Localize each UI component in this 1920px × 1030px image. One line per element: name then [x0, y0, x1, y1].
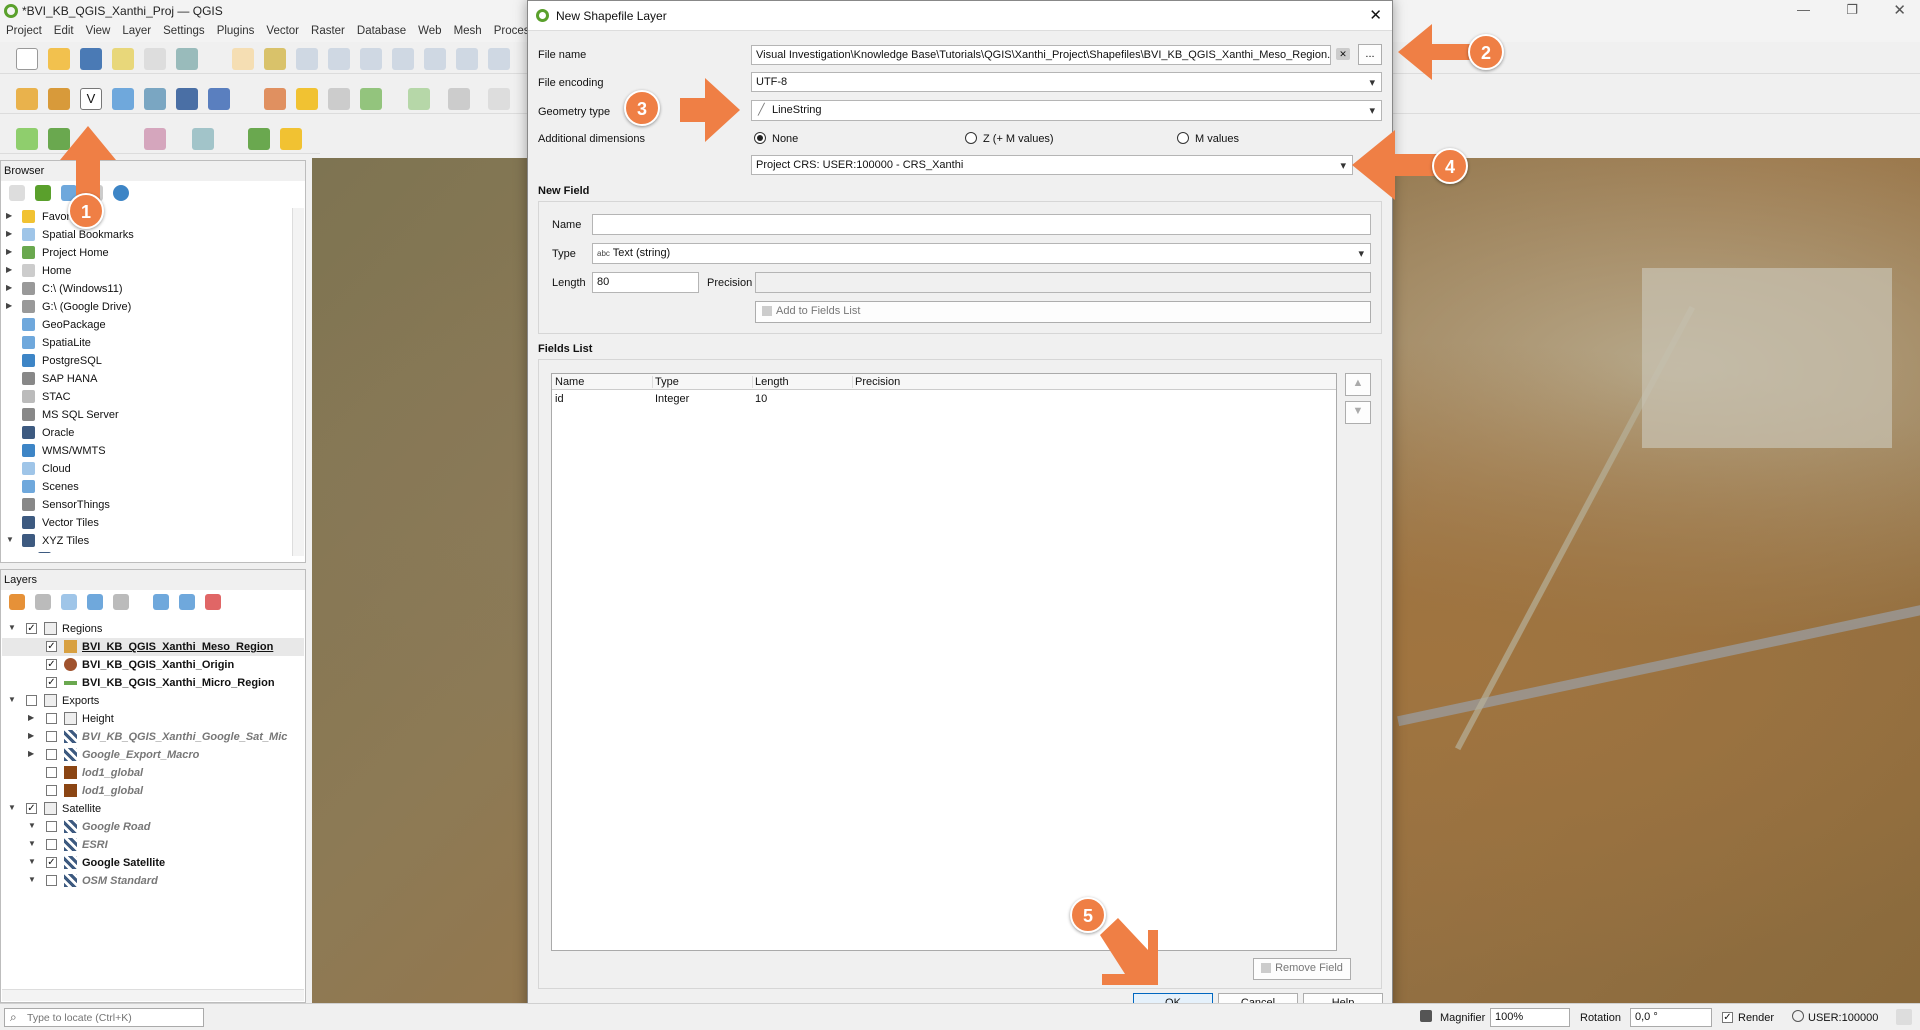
arrow-2 [1398, 24, 1478, 80]
status-bar: ⌕ Magnifier 100% Rotation 0,0 ° ✓ Render… [0, 1003, 1920, 1030]
search-icon: ⌕ [10, 1010, 17, 1024]
arrow-5 [1100, 918, 1158, 985]
messages-icon[interactable] [1896, 1009, 1912, 1025]
magnifier-label: Magnifier [1440, 1012, 1486, 1024]
arrow-3 [680, 78, 740, 142]
crs-status[interactable]: USER:100000 [1808, 1012, 1878, 1024]
magnifier-input[interactable]: 100% [1490, 1008, 1570, 1027]
globe-icon [1792, 1010, 1804, 1022]
arrow-4 [1352, 130, 1438, 200]
step-badge-2: 2 [1468, 34, 1504, 70]
render-checkbox[interactable]: ✓ [1722, 1012, 1733, 1023]
step-badge-1: 1 [68, 193, 104, 229]
rotation-input[interactable]: 0,0 ° [1630, 1008, 1712, 1027]
render-label: Render [1738, 1012, 1775, 1024]
step-badge-4: 4 [1432, 148, 1468, 184]
lock-icon[interactable] [1420, 1010, 1432, 1022]
step-badge-5: 5 [1070, 897, 1106, 933]
annotation-overlay [60, 24, 1478, 985]
rotation-label: Rotation [1580, 1012, 1621, 1024]
locator-bar[interactable]: ⌕ [4, 1008, 204, 1027]
locator-input[interactable] [27, 1010, 199, 1025]
step-badge-3: 3 [624, 90, 660, 126]
